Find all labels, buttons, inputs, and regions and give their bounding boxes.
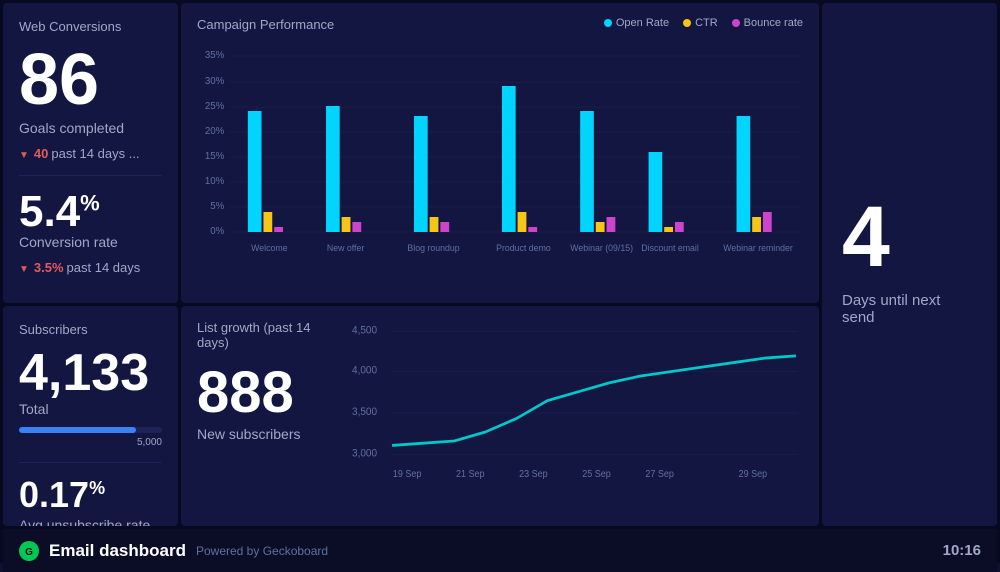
progress-labels: 5,000 bbox=[19, 437, 162, 448]
legend-dot-ctr bbox=[683, 19, 691, 27]
footer: G Email dashboard Powered by Geckoboard … bbox=[3, 529, 997, 572]
geckoboard-icon: G bbox=[21, 543, 37, 559]
conv-trend-arrow bbox=[19, 260, 31, 275]
divider-2 bbox=[19, 462, 162, 463]
new-subscribers-number: 888 bbox=[197, 364, 342, 422]
campaign-performance-card: Campaign Performance Open Rate CTR Bounc… bbox=[181, 3, 819, 303]
svg-text:Discount email: Discount email bbox=[641, 243, 699, 253]
svg-text:29 Sep: 29 Sep bbox=[739, 468, 768, 480]
list-growth-card: List growth (past 14 days) 888 New subsc… bbox=[181, 306, 819, 526]
svg-text:20%: 20% bbox=[205, 126, 225, 137]
progress-bar-fill bbox=[19, 427, 136, 433]
trend-value: 40 bbox=[34, 146, 48, 161]
new-subscribers-label: New subscribers bbox=[197, 426, 342, 442]
subscribers-progress-bar bbox=[19, 427, 162, 433]
web-conversions-card: Web Conversions 86 Goals completed 40 pa… bbox=[3, 3, 178, 303]
legend-bounce: Bounce rate bbox=[732, 17, 803, 29]
list-growth-chart: 4,500 4,000 3,500 3,000 19 Sep 21 Sep 23… bbox=[352, 320, 803, 516]
svg-text:27 Sep: 27 Sep bbox=[645, 468, 674, 480]
trend-down-arrow bbox=[19, 146, 31, 161]
campaign-title: Campaign Performance bbox=[197, 17, 334, 32]
progress-max: 5,000 bbox=[137, 437, 162, 448]
list-growth-title: List growth (past 14 days) bbox=[197, 320, 342, 350]
chart-header: Campaign Performance Open Rate CTR Bounc… bbox=[197, 17, 803, 42]
next-send-number: 4 bbox=[842, 194, 890, 280]
svg-text:New offer: New offer bbox=[327, 243, 364, 253]
svg-text:30%: 30% bbox=[205, 76, 225, 87]
web-conversions-trend: 40 past 14 days ... bbox=[19, 146, 162, 161]
svg-text:0%: 0% bbox=[210, 226, 224, 237]
unsubscribe-rate-label: Avg unsubscribe rate bbox=[19, 517, 162, 526]
svg-text:Webinar reminder: Webinar reminder bbox=[723, 243, 793, 253]
footer-title: Email dashboard bbox=[49, 541, 186, 561]
svg-text:35%: 35% bbox=[205, 50, 225, 61]
legend-label-bounce: Bounce rate bbox=[744, 17, 803, 29]
web-conversions-number: 86 bbox=[19, 44, 162, 116]
svg-text:Blog roundup: Blog roundup bbox=[407, 243, 459, 253]
conv-trend-label: past 14 days bbox=[67, 260, 141, 275]
svg-text:21 Sep: 21 Sep bbox=[456, 468, 485, 480]
svg-text:5%: 5% bbox=[210, 201, 224, 212]
footer-left: G Email dashboard Powered by Geckoboard bbox=[19, 541, 328, 561]
subscribers-total: 4,133 bbox=[19, 347, 162, 399]
footer-time: 10:16 bbox=[943, 542, 981, 559]
web-conversions-label: Goals completed bbox=[19, 120, 162, 136]
legend-label-ctr: CTR bbox=[695, 17, 718, 29]
unsubscribe-rate-number: 0.17% bbox=[19, 477, 162, 513]
svg-text:4,500: 4,500 bbox=[352, 324, 377, 337]
conversion-rate-number: 5.4% bbox=[19, 190, 162, 234]
svg-text:10%: 10% bbox=[205, 176, 225, 187]
svg-text:25%: 25% bbox=[205, 101, 225, 112]
footer-powered: Powered by Geckoboard bbox=[196, 544, 328, 558]
next-send-label: Days until next send bbox=[842, 292, 977, 326]
chart-legend: Open Rate CTR Bounce rate bbox=[604, 17, 803, 29]
bar-chart: 35% 30% 25% 20% 15% 10% 5% 0% bbox=[197, 46, 803, 266]
bar-chart-svg: 35% 30% 25% 20% 15% 10% 5% 0% bbox=[197, 46, 803, 266]
legend-dot-open bbox=[604, 19, 612, 27]
subscribers-total-label: Total bbox=[19, 401, 162, 417]
svg-text:15%: 15% bbox=[205, 151, 225, 162]
svg-text:3,500: 3,500 bbox=[352, 406, 377, 419]
svg-text:Webinar (09/15): Webinar (09/15) bbox=[570, 243, 633, 253]
conversion-trend: 3.5% past 14 days bbox=[19, 260, 162, 275]
conv-trend-value: 3.5% bbox=[34, 260, 64, 275]
trend-label: past 14 days ... bbox=[51, 146, 139, 161]
divider-1 bbox=[19, 175, 162, 176]
legend-dot-bounce bbox=[732, 19, 740, 27]
web-conversions-title: Web Conversions bbox=[19, 19, 162, 34]
legend-ctr: CTR bbox=[683, 17, 718, 29]
svg-text:Product demo: Product demo bbox=[496, 243, 551, 253]
footer-logo: G bbox=[19, 541, 39, 561]
list-growth-left: List growth (past 14 days) 888 New subsc… bbox=[197, 320, 352, 516]
legend-label-open: Open Rate bbox=[616, 17, 669, 29]
svg-text:19 Sep: 19 Sep bbox=[393, 468, 422, 480]
svg-text:23 Sep: 23 Sep bbox=[519, 468, 548, 480]
svg-text:3,000: 3,000 bbox=[352, 447, 377, 460]
svg-text:G: G bbox=[25, 547, 33, 558]
svg-text:25 Sep: 25 Sep bbox=[582, 468, 611, 480]
next-send-card: 4 Days until next send bbox=[822, 3, 997, 526]
svg-text:4,000: 4,000 bbox=[352, 364, 377, 377]
subscribers-title: Subscribers bbox=[19, 322, 162, 337]
subscribers-card: Subscribers 4,133 Total 5,000 0.17% Avg … bbox=[3, 306, 178, 526]
svg-text:Welcome: Welcome bbox=[251, 243, 287, 253]
conversion-rate-label: Conversion rate bbox=[19, 234, 162, 250]
line-chart-svg: 4,500 4,000 3,500 3,000 19 Sep 21 Sep 23… bbox=[352, 320, 803, 516]
legend-open-rate: Open Rate bbox=[604, 17, 669, 29]
